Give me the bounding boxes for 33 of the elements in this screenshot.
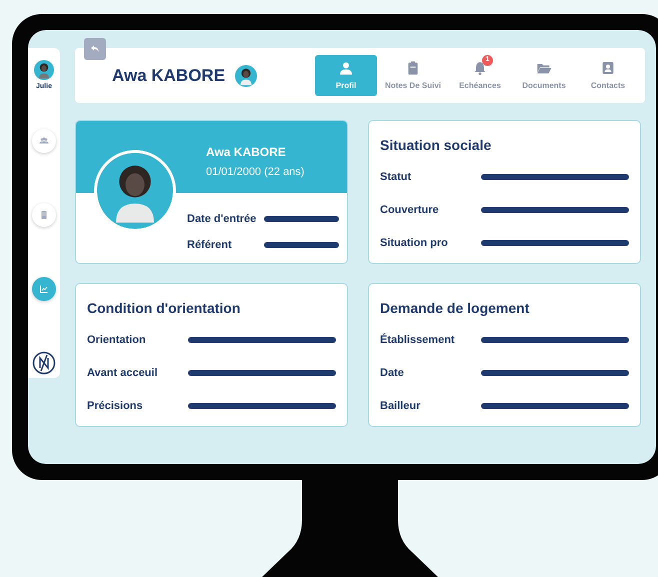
field-label: Date	[380, 366, 405, 381]
back-button[interactable]	[84, 38, 106, 60]
people-icon	[38, 134, 50, 146]
field-label: Référent	[187, 238, 233, 252]
logo-icon[interactable]	[32, 350, 56, 374]
sidebar-nav-button[interactable]	[32, 276, 56, 300]
field-label: Bailleur	[380, 398, 422, 414]
field-label: Situation pro	[380, 236, 449, 251]
user-avatar	[34, 60, 54, 80]
tab[interactable]: Contacts	[577, 55, 639, 96]
field-label: Couverture	[380, 202, 440, 218]
birth-date: 01/01/2000 (22 ans)	[206, 165, 304, 180]
field-label: Date d'entrée	[187, 212, 258, 227]
tab[interactable]: Documents	[513, 55, 575, 96]
sidebar-nav-button[interactable]	[32, 202, 56, 226]
patient-avatar	[235, 64, 257, 86]
card-title: Condition d'orientation	[87, 299, 242, 318]
field-label: Avant acceuil	[87, 366, 159, 381]
field-label: Orientation	[87, 332, 147, 348]
card-title: Demande de logement	[380, 299, 530, 318]
sidebar-nav-button[interactable]	[32, 128, 56, 152]
bell-icon	[472, 60, 488, 76]
patient-name: Awa KABORE	[112, 64, 226, 87]
card-title: Situation sociale	[380, 136, 492, 155]
tab[interactable]: Profil	[314, 55, 377, 96]
field-label: Statut	[380, 170, 412, 185]
tab[interactable]: Notes De Suivi	[378, 55, 447, 96]
field-label: Précisions	[87, 398, 144, 414]
person-icon	[338, 60, 354, 76]
profile-name: Awa KABORE	[206, 144, 286, 161]
field-label: Établissement	[380, 332, 456, 348]
contact-card-icon	[600, 60, 616, 76]
chart-icon	[38, 282, 50, 294]
